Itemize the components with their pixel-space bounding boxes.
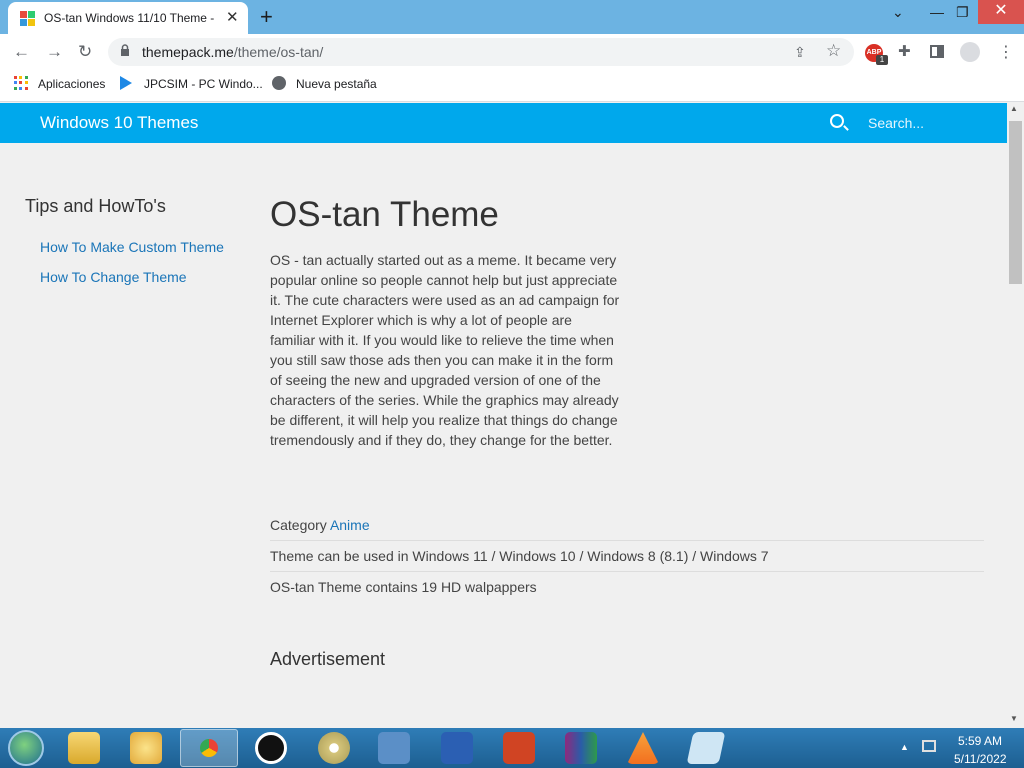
windows-logo-icon (20, 11, 35, 26)
network-tray-icon[interactable] (922, 740, 936, 752)
start-button[interactable] (8, 730, 44, 766)
scrollbar-thumb[interactable] (1009, 121, 1022, 284)
bookmark-apps[interactable]: Aplicaciones (38, 77, 105, 91)
globe-icon (272, 76, 286, 90)
profile-avatar-icon[interactable] (960, 42, 980, 62)
sidebar-link-change-theme[interactable]: How To Change Theme (40, 269, 187, 285)
compatibility-text: Theme can be used in Windows 11 / Window… (270, 548, 769, 564)
restore-icon[interactable]: ❐ (956, 4, 969, 21)
tab-title: OS-tan Windows 11/10 Theme - (44, 11, 215, 25)
close-tab-icon[interactable]: ✕ (226, 8, 239, 26)
clock-date[interactable]: 5/11/2022 (954, 752, 1007, 766)
chrome-icon[interactable] (193, 732, 225, 764)
sidebar-title: Tips and HowTo's (25, 196, 166, 216)
winrar-icon[interactable] (565, 732, 597, 764)
clock-time[interactable]: 5:59 AM (958, 734, 1002, 748)
scroll-down-arrow-icon[interactable]: ▼ (1010, 714, 1018, 723)
jpcsim-bookmark-icon (120, 76, 132, 90)
chevron-down-icon[interactable]: ⌄ (892, 4, 904, 21)
category-row: Category Anime (270, 517, 984, 533)
url-host: themepack.me (142, 44, 234, 60)
extensions-puzzle-icon[interactable]: ✚ (898, 42, 911, 60)
apps-grid-icon[interactable] (14, 76, 28, 90)
forward-icon[interactable]: → (46, 42, 63, 62)
url-text[interactable]: themepack.me/theme/os-tan/ (142, 44, 323, 60)
bookmark-new-tab[interactable]: Nueva pestaña (296, 77, 377, 91)
extension-badge: 1 (876, 55, 888, 65)
reload-icon[interactable]: ↻ (78, 42, 92, 62)
scroll-up-arrow-icon[interactable]: ▲ (1010, 104, 1018, 113)
network-monitor-icon[interactable] (378, 732, 410, 764)
page-title: OS-tan Theme (270, 195, 499, 234)
word-icon[interactable] (441, 732, 473, 764)
sidebar-link-custom-theme[interactable]: How To Make Custom Theme (40, 239, 224, 255)
divider (270, 540, 984, 541)
divider (270, 571, 984, 572)
side-panel-icon[interactable] (930, 45, 944, 58)
explorer-icon[interactable] (68, 732, 100, 764)
record-icon[interactable] (255, 732, 287, 764)
search-icon[interactable] (830, 114, 844, 128)
search-input[interactable] (860, 110, 1000, 136)
paint-icon[interactable] (130, 732, 162, 764)
bookmark-jpcsim[interactable]: JPCSIM - PC Windo... (144, 77, 263, 91)
close-window-icon[interactable]: ✕ (978, 0, 1024, 24)
category-label: Category (270, 517, 327, 533)
url-path: /theme/os-tan/ (233, 44, 324, 60)
notepad-icon[interactable] (686, 732, 726, 764)
kebab-menu-icon[interactable]: ⋮ (998, 42, 1014, 62)
new-tab-icon[interactable]: + (260, 4, 273, 30)
site-brand-link[interactable]: Windows 10 Themes (40, 113, 198, 133)
minimize-icon[interactable]: — (930, 4, 944, 20)
lock-icon[interactable] (120, 44, 130, 56)
wallpaper-count-text: OS-tan Theme contains 19 HD walpappers (270, 579, 537, 595)
category-link[interactable]: Anime (330, 517, 370, 533)
powerpoint-icon[interactable] (503, 732, 535, 764)
back-icon[interactable]: ← (13, 42, 30, 62)
share-icon[interactable]: ⇪ (794, 44, 806, 61)
tray-expand-icon[interactable]: ▲ (900, 742, 909, 752)
bookmark-star-icon[interactable]: ☆ (826, 41, 841, 61)
browser-tab[interactable]: OS-tan Windows 11/10 Theme - ✕ (8, 2, 248, 34)
disc-icon[interactable] (318, 732, 350, 764)
theme-description: OS - tan actually started out as a meme.… (270, 252, 620, 448)
advertisement-heading: Advertisement (270, 649, 386, 669)
